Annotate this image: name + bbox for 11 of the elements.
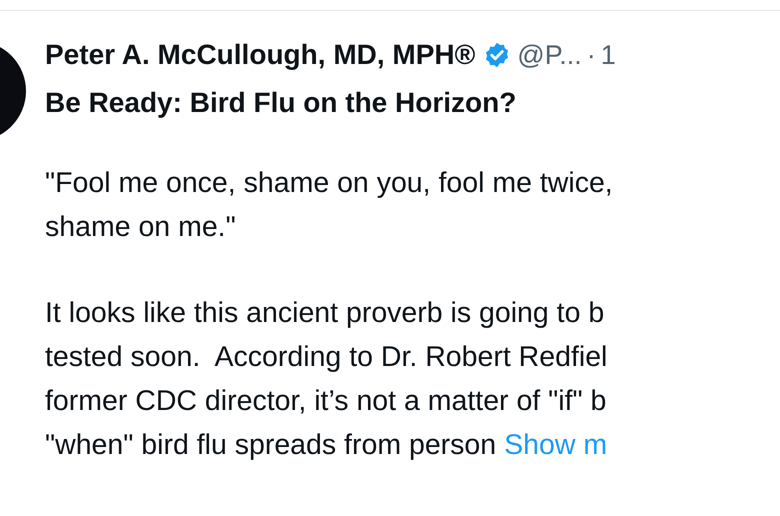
author-name[interactable]: Peter A. McCullough, MD, MPH® — [45, 39, 476, 71]
post-text-line: tested soon. According to Dr. Robert Redfiel — [45, 341, 608, 373]
post-time[interactable]: 1 — [600, 40, 616, 70]
author-handle[interactable]: @P... — [517, 40, 582, 70]
post-text-line: former CDC director, it’s not a matter of "if" b — [45, 385, 606, 417]
post-title: Be Ready: Bird Flu on the Horizon? — [45, 87, 518, 119]
post-text-line: shame on me." — [45, 211, 236, 243]
post-text-line: "Fool me once, shame on you, fool me twice, — [45, 167, 613, 199]
post-text-line: It looks like this ancient proverb is going to b — [45, 297, 604, 329]
separator: · — [586, 40, 596, 70]
post-text-line: "when" bird flu spreads from person — [45, 429, 496, 461]
